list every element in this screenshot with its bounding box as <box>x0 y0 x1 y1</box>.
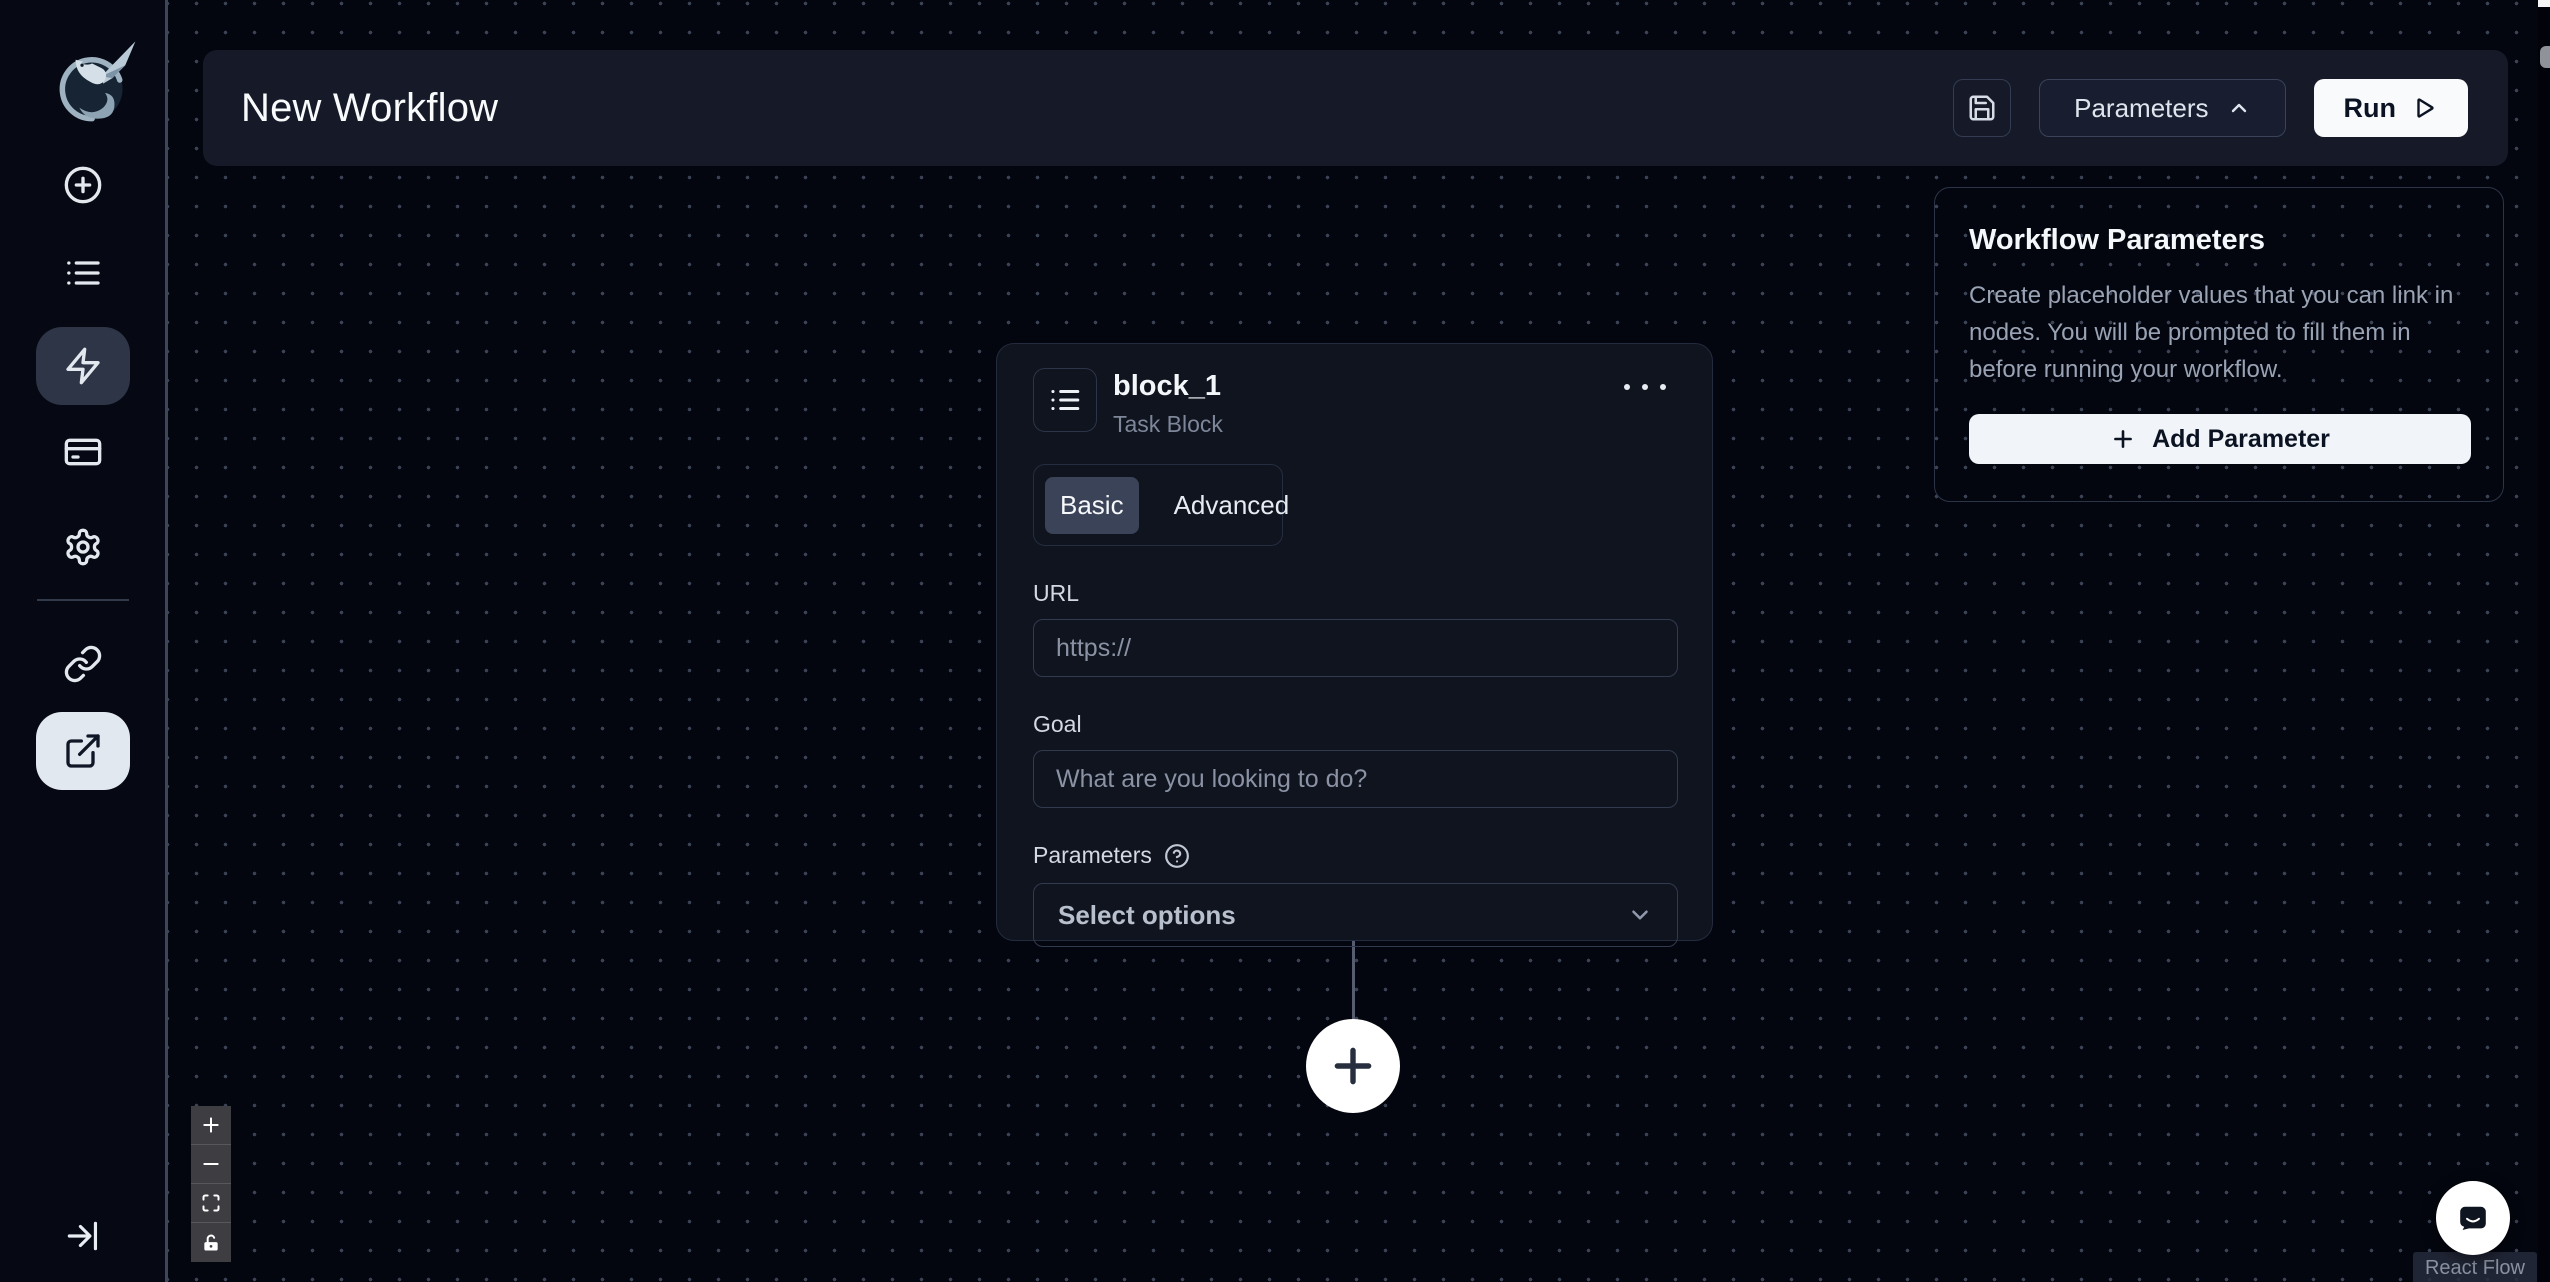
save-button[interactable] <box>1953 79 2012 137</box>
plus-icon <box>203 1117 219 1133</box>
url-input[interactable] <box>1033 619 1678 677</box>
zoom-in-button[interactable] <box>191 1106 231 1145</box>
reactflow-attribution[interactable]: React Flow <box>2412 1252 2537 1282</box>
tab-basic[interactable]: Basic <box>1045 476 1139 534</box>
parameters-toggle-button[interactable]: Parameters <box>2039 79 2286 137</box>
minus-icon <box>203 1163 219 1165</box>
chat-bubble-icon <box>2460 1206 2486 1230</box>
node-type-label: Task Block <box>1113 411 1223 437</box>
plus-icon <box>2114 430 2132 448</box>
floppy-disk-icon <box>1969 95 1995 121</box>
sidebar-item-external[interactable] <box>36 712 130 790</box>
create-icon <box>64 166 102 204</box>
page-title: New Workflow <box>241 85 499 130</box>
node-icon-box <box>1033 368 1097 432</box>
sidebar-item-runs[interactable] <box>36 234 130 312</box>
goal-input[interactable] <box>1033 750 1678 808</box>
parameters-select-value: Select options <box>1058 899 1236 930</box>
lock-interactivity-button[interactable] <box>191 1223 231 1262</box>
sidebar-divider <box>37 599 129 601</box>
expand-sidebar-button[interactable] <box>60 1214 104 1258</box>
fit-view-button[interactable] <box>191 1184 231 1223</box>
sidebar-item-settings[interactable] <box>36 508 130 586</box>
fit-view-icon <box>202 1194 220 1212</box>
app-window: New Workflow Parameters Run Workflow Par… <box>0 0 2550 1282</box>
header-actions: Parameters Run <box>1953 50 2468 166</box>
expand-sidebar-icon <box>67 1221 98 1251</box>
add-parameter-button[interactable]: Add Parameter <box>1969 414 2471 464</box>
scrollbar-thumb[interactable] <box>2540 46 2550 68</box>
chat-launcher-button[interactable] <box>2436 1181 2510 1255</box>
scrollbar-cap <box>2538 0 2550 7</box>
parameters-toggle-label: Parameters <box>2074 92 2209 123</box>
parameters-field-label: Parameters <box>1033 842 1676 869</box>
sidebar-item-create[interactable] <box>36 146 130 224</box>
workflow-parameters-panel: Workflow Parameters Create placeholder v… <box>1934 187 2504 502</box>
chevron-down-icon <box>1632 910 1648 920</box>
zoom-out-button[interactable] <box>191 1145 231 1184</box>
parameters-select[interactable]: Select options <box>1033 883 1678 947</box>
link-icon <box>64 645 102 683</box>
node-name: block_1 <box>1113 370 1221 402</box>
help-circle-icon[interactable] <box>1164 843 1190 869</box>
url-field-label: URL <box>1033 580 1080 606</box>
node-edge-connector <box>1352 941 1355 1020</box>
scrollbar-track[interactable] <box>2538 0 2550 1282</box>
workflows-zap-icon <box>66 347 100 385</box>
run-button[interactable]: Run <box>2313 79 2468 137</box>
chevron-up-icon <box>2231 103 2246 113</box>
workflow-header: New Workflow Parameters Run <box>203 50 2508 166</box>
external-link-icon <box>66 734 100 768</box>
task-block-node[interactable]: block_1 Task Block Basic Advanced URL Go… <box>996 343 1713 947</box>
node-header: block_1 Task Block <box>1033 368 1676 438</box>
goal-field-label: Goal <box>1033 711 1082 737</box>
canvas-controls <box>191 1106 231 1262</box>
sidebar-item-credentials[interactable] <box>36 413 130 491</box>
runs-list-icon <box>67 261 100 285</box>
sidebar-item-workflows[interactable] <box>36 327 130 405</box>
add-node-button[interactable] <box>1306 1019 1400 1113</box>
plus-icon <box>1334 1047 1372 1085</box>
skyvern-dragon-logo <box>59 41 136 122</box>
panel-description: Create placeholder values that you can l… <box>1969 282 2454 383</box>
sidebar-item-link[interactable] <box>36 625 130 703</box>
sidebar <box>0 0 168 1282</box>
list-icon <box>1051 389 1080 411</box>
settings-gear-icon <box>66 528 100 566</box>
run-label: Run <box>2343 92 2396 123</box>
node-titles: block_1 Task Block <box>1113 368 1223 438</box>
node-tabs: Basic Advanced <box>1033 464 1289 546</box>
unlock-icon <box>204 1234 218 1250</box>
more-horizontal-icon <box>1624 384 1630 390</box>
tab-advanced[interactable]: Advanced <box>1159 477 1305 534</box>
add-parameter-label: Add Parameter <box>2152 424 2330 453</box>
credentials-card-icon <box>64 438 102 466</box>
play-icon <box>2417 98 2434 118</box>
panel-title: Workflow Parameters <box>1969 224 2266 256</box>
node-menu-button[interactable] <box>1618 378 1672 396</box>
